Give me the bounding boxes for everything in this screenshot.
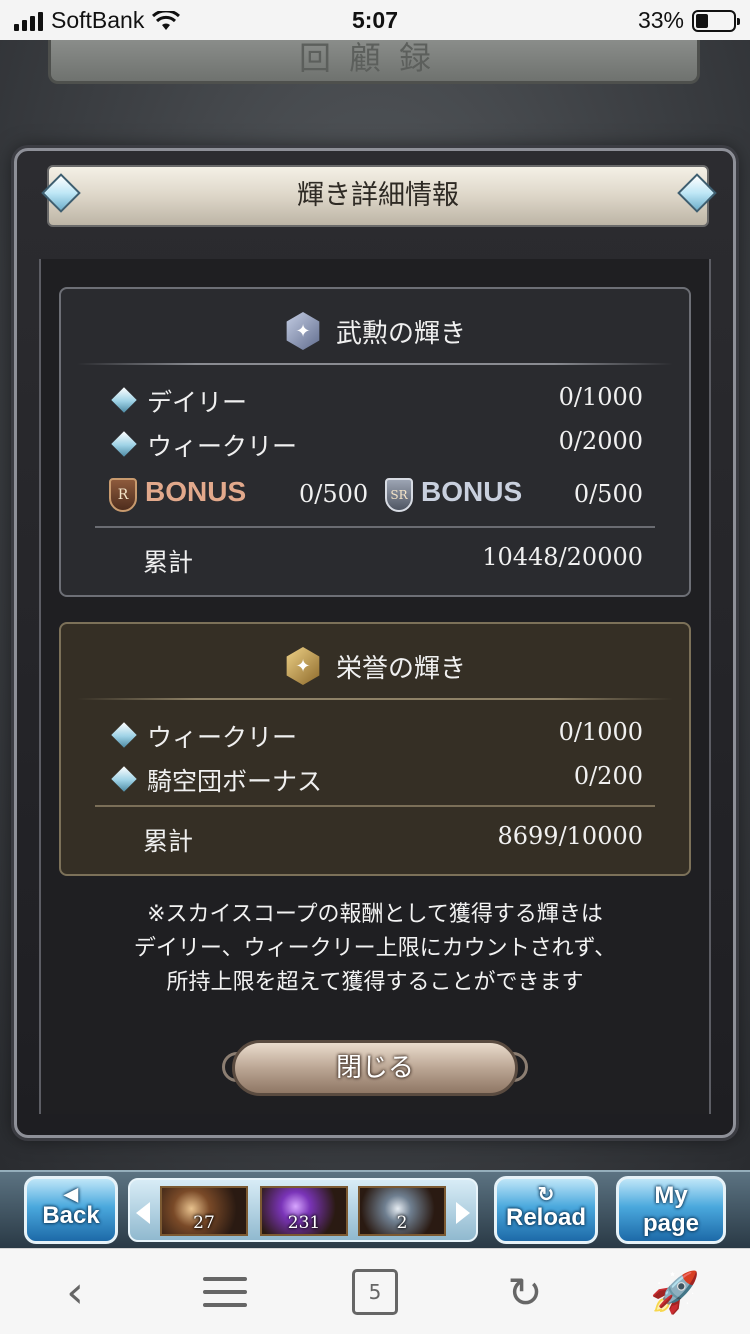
row-label: ウィークリー — [147, 432, 298, 461]
list-item: デイリー 0/1000 — [109, 377, 643, 417]
game-nav-bar: ◀ Back 27 231 2 ↻ Reload My page — [0, 1170, 750, 1248]
reload-icon: ↻ — [537, 1184, 555, 1206]
tab-count: 5 — [352, 1269, 398, 1315]
chevron-left-icon[interactable]: ‹ — [50, 1267, 100, 1318]
carousel-next-icon[interactable] — [456, 1202, 470, 1224]
bukun-panel: ✦ 武勲の輝き デイリー 0/1000 ウィークリー 0/2000 R BONU… — [59, 287, 691, 597]
total-label: 累計 — [143, 548, 194, 577]
r-rank-badge-icon: R — [109, 478, 137, 512]
r-bonus-value: 0/500 — [299, 480, 369, 508]
list-item: 騎空団ボーナス 0/200 — [109, 756, 643, 796]
status-bar: SoftBank 5:07 33% — [0, 0, 750, 40]
diamond-bullet-icon — [111, 431, 137, 457]
total-label: 累計 — [143, 827, 194, 856]
diamond-bullet-icon — [111, 766, 137, 792]
silver-item-icon[interactable]: 2 — [358, 1186, 446, 1236]
sr-rank-badge-icon: SR — [385, 478, 413, 512]
row-value: 0/1000 — [558, 718, 643, 746]
reload-button[interactable]: ↻ Reload — [494, 1176, 598, 1244]
battery-percent: 33% — [637, 7, 684, 33]
note-line: デイリー、ウィークリー上限にカウントされず、 — [133, 936, 617, 961]
hamburger-icon[interactable] — [200, 1269, 250, 1315]
carousel-prev-icon[interactable] — [136, 1202, 150, 1224]
bonus-row: R BONUS 0/500 SR BONUS 0/500 — [109, 474, 643, 514]
browser-toolbar: ‹ 5 ↻ 🚀 — [0, 1248, 750, 1334]
divider — [95, 805, 655, 807]
battery-group: 33% — [637, 7, 740, 34]
sr-bonus-label: BONUS — [421, 476, 523, 507]
item-count: 27 — [193, 1213, 215, 1233]
elixir-item-icon[interactable]: 27 — [160, 1186, 248, 1236]
mypage-label-top: My — [654, 1182, 688, 1209]
diamond-bullet-icon — [111, 722, 137, 748]
rocket-icon[interactable]: 🚀 — [650, 1269, 700, 1316]
list-item: ウィークリー 0/1000 — [109, 712, 643, 752]
list-item: ウィークリー 0/2000 — [109, 421, 643, 461]
row-value: 0/2000 — [558, 427, 643, 455]
total-row: 累計 8699/10000 — [143, 816, 643, 856]
bukun-header: ✦ 武勲の輝き — [61, 307, 689, 355]
row-label: ウィークリー — [147, 723, 298, 752]
divider — [77, 698, 673, 700]
item-carousel: 27 231 2 — [128, 1178, 478, 1242]
diamond-bullet-icon — [111, 387, 137, 413]
tabs-button[interactable]: 5 — [350, 1269, 400, 1315]
back-arrow-icon: ◀ — [64, 1184, 78, 1204]
battery-icon — [692, 9, 740, 32]
row-label: デイリー — [147, 388, 248, 417]
bukun-title: 武勲の輝き — [335, 318, 466, 349]
total-value: 10448/20000 — [482, 543, 643, 571]
silver-shine-icon: ✦ — [286, 312, 320, 350]
header-plate: 回顧録 — [48, 40, 700, 84]
row-label: 騎空団ボーナス — [147, 767, 323, 796]
item-count: 2 — [396, 1213, 408, 1233]
eiyo-header: ✦ 栄誉の輝き — [61, 642, 689, 690]
eiyo-panel: ✦ 栄誉の輝き ウィークリー 0/1000 騎空団ボーナス 0/200 累計 8… — [59, 622, 691, 876]
r-bonus-label: BONUS — [145, 476, 247, 507]
row-value: 0/1000 — [558, 383, 643, 411]
divider — [95, 526, 655, 528]
note-line: ※スカイスコープの報酬として獲得する輝きは — [147, 902, 603, 927]
dialog-title: 輝き詳細情報 — [47, 165, 709, 227]
total-row: 累計 10448/20000 — [143, 537, 643, 577]
back-label: Back — [42, 1202, 100, 1229]
mypage-button[interactable]: My page — [616, 1176, 726, 1244]
item-count: 231 — [287, 1213, 321, 1233]
skyscope-note: ※スカイスコープの報酬として獲得する輝きは デイリー、ウィークリー上限にカウント… — [60, 898, 690, 1000]
total-value: 8699/10000 — [497, 822, 643, 850]
note-line: 所持上限を超えて獲得することができます — [166, 970, 584, 995]
back-button[interactable]: ◀ Back — [24, 1176, 118, 1244]
row-value: 0/200 — [573, 762, 643, 790]
gold-shine-icon: ✦ — [286, 647, 320, 685]
mypage-label-bottom: page — [642, 1210, 699, 1237]
eiyo-title: 栄誉の輝き — [335, 653, 466, 684]
sr-bonus-value: 0/500 — [573, 480, 643, 508]
soul-berry-item-icon[interactable]: 231 — [260, 1186, 348, 1236]
reload-icon[interactable]: ↻ — [500, 1268, 550, 1317]
divider — [77, 363, 673, 365]
close-button[interactable]: 閉じる — [232, 1040, 518, 1096]
reload-label: Reload — [505, 1204, 586, 1231]
